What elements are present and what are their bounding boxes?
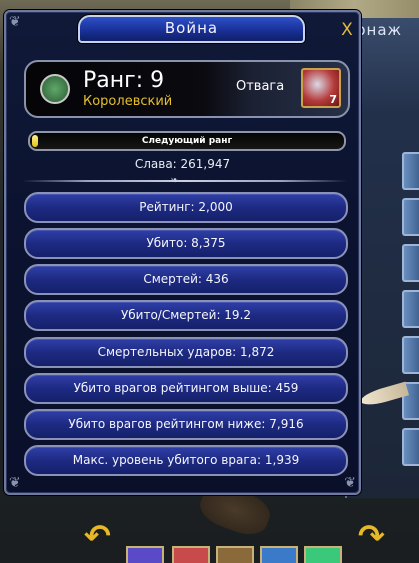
equipment-slot[interactable] [402, 336, 419, 374]
stat-kills-text: Убито: 8,375 [146, 236, 226, 250]
hotbar-slot[interactable] [172, 546, 210, 563]
stat-row-higher-rank-kills: Убито врагов рейтингом выше: 459 [24, 373, 348, 404]
war-window: ❦ ❦ ❦ Война Ранг: 9 Королевский Отвага 7… [4, 10, 361, 495]
rank-emblem-icon [40, 74, 70, 104]
character-panel-title: рнаж [356, 21, 403, 39]
stat-rating-text: Рейтинг: 2,000 [139, 200, 233, 214]
equipment-slot[interactable] [402, 290, 419, 328]
valor-count: 7 [329, 93, 337, 106]
stat-row-kills: Убито: 8,375 [24, 228, 348, 259]
rank-label: Ранг: 9 [83, 68, 165, 93]
stat-lower-rank-kills-text: Убито врагов рейтингом ниже: 7,916 [68, 417, 304, 431]
valor-shield-icon[interactable]: 7 [301, 68, 341, 108]
stat-kill-death-ratio-text: Убито/Смертей: 19.2 [120, 308, 252, 322]
stat-higher-rank-kills-text: Убито врагов рейтингом выше: 459 [73, 381, 299, 395]
hotbar-slot[interactable] [126, 546, 164, 563]
stat-row-deaths: Смертей: 436 [24, 264, 348, 295]
rotate-right-arrow-icon[interactable]: ↷ [358, 517, 385, 555]
hotbar-slot[interactable] [216, 546, 254, 563]
stat-row-kill-death-ratio: Убито/Смертей: 19.2 [24, 300, 348, 331]
window-title-bar[interactable]: Война [78, 15, 305, 43]
equipment-slot[interactable] [402, 198, 419, 236]
section-divider [22, 180, 347, 182]
equipment-slot[interactable] [402, 152, 419, 190]
stat-row-rating: Рейтинг: 2,000 [24, 192, 348, 223]
rank-title: Королевский [83, 94, 173, 109]
equipment-slot[interactable] [402, 244, 419, 282]
stat-row-killing-blows: Смертельных ударов: 1,872 [24, 337, 348, 368]
hotbar-slot[interactable] [260, 546, 298, 563]
next-rank-progress-bar: Следующий ранг [28, 131, 346, 151]
valor-label: Отвага [236, 79, 285, 94]
rotate-left-arrow-icon[interactable]: ↶ [84, 517, 111, 555]
stat-row-lower-rank-kills: Убито врагов рейтингом ниже: 7,916 [24, 409, 348, 440]
glory-value: Слава: 261,947 [134, 157, 231, 171]
window-title: Война [164, 19, 219, 37]
stat-row-max-enemy-level: Макс. уровень убитого врага: 1,939 [24, 445, 348, 476]
rank-panel: Ранг: 9 Королевский Отвага 7 [24, 60, 350, 118]
divider-ornament-icon: ❧ [170, 174, 180, 187]
next-rank-label: Следующий ранг [141, 136, 233, 146]
corner-ornament-icon: ❦ [9, 475, 21, 491]
corner-ornament-icon: ❦ [344, 475, 356, 491]
equipment-slot[interactable] [402, 428, 419, 466]
corner-ornament-icon: ❦ [9, 14, 21, 30]
close-button[interactable]: X [337, 20, 357, 40]
stat-killing-blows-text: Смертельных ударов: 1,872 [97, 345, 275, 359]
hotbar-slot[interactable] [304, 546, 342, 563]
stat-deaths-text: Смертей: 436 [143, 272, 229, 286]
stat-max-enemy-level-text: Макс. уровень убитого врага: 1,939 [72, 453, 300, 467]
